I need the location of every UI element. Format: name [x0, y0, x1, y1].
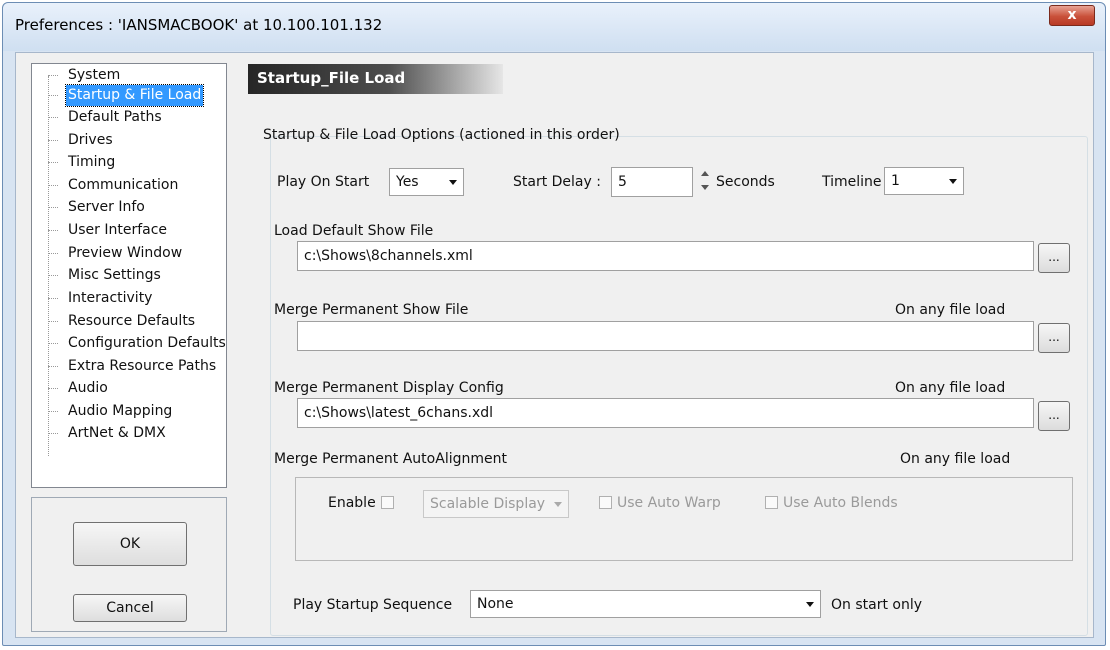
section-header: Startup_File Load [248, 64, 503, 94]
category-tree[interactable]: System Startup & File Load Default Paths… [31, 63, 227, 488]
spin-up-icon[interactable] [701, 171, 709, 176]
merge-display-input[interactable]: c:\Shows\latest_6chans.xdl [297, 398, 1034, 428]
tree-item-label: ArtNet & DMX [68, 425, 166, 441]
tree-item-label: Communication [68, 177, 179, 193]
tree-item-label: Extra Resource Paths [68, 358, 217, 374]
startup-sequence-value: None [477, 596, 514, 612]
button-panel: OK Cancel [31, 497, 227, 632]
tree-item-label: Misc Settings [68, 267, 161, 283]
startup-sequence-select[interactable]: None [470, 590, 821, 618]
dropdown-arrow-icon [449, 180, 457, 185]
tree-item-label: Interactivity [68, 290, 153, 306]
merge-display-label: Merge Permanent Display Config [274, 380, 504, 396]
auto-alignment-label: Merge Permanent AutoAlignment [274, 451, 507, 467]
tree-item-label: Startup & File Load [64, 84, 205, 107]
tree-item-label: Preview Window [68, 245, 183, 261]
auto-alignment-note: On any file load [900, 451, 1011, 467]
tree-item-label: Configuration Defaults [68, 335, 226, 351]
merge-display-note: On any file load [895, 380, 1006, 396]
tree-item-label: Resource Defaults [68, 313, 196, 329]
timeline-select[interactable]: 1 [884, 167, 964, 195]
start-delay-input[interactable]: 5 [611, 167, 693, 197]
default-show-input[interactable]: c:\Shows\8channels.xml [297, 241, 1034, 271]
tree-item-label: Server Info [68, 199, 145, 215]
tree-guide-line [48, 76, 49, 456]
dropdown-arrow-icon [949, 179, 957, 184]
start-delay-spinner[interactable] [699, 167, 711, 195]
preferences-window: Preferences : 'IANSMACBOOK' at 10.100.10… [2, 2, 1106, 646]
merge-show-label: Merge Permanent Show File [274, 302, 469, 318]
use-auto-warp-checkbox[interactable] [599, 496, 612, 509]
timeline-value: 1 [891, 173, 900, 189]
tree-item-label: Audio Mapping [68, 403, 173, 419]
use-auto-warp-label: Use Auto Warp [617, 495, 721, 511]
startup-sequence-note: On start only [831, 597, 923, 613]
start-delay-unit: Seconds [716, 174, 775, 190]
cancel-button[interactable]: Cancel [73, 594, 187, 622]
auto-alignment-mode-value: Scalable Display [430, 496, 546, 512]
auto-alignment-box [295, 477, 1073, 561]
tree-item-label: System [68, 67, 121, 83]
spin-down-icon[interactable] [701, 185, 709, 190]
tree-item-label: Audio [68, 380, 108, 396]
group-title: Startup & File Load Options (actioned in… [263, 127, 620, 143]
dropdown-arrow-icon [554, 502, 562, 507]
enable-checkbox[interactable] [381, 496, 394, 509]
play-on-start-value: Yes [396, 174, 419, 190]
merge-show-browse-button[interactable]: ... [1038, 323, 1070, 353]
close-button[interactable]: x [1049, 5, 1095, 26]
play-on-start-select[interactable]: Yes [389, 168, 464, 196]
merge-show-input[interactable] [297, 321, 1034, 351]
tree-item-label: Drives [68, 132, 113, 148]
tree-item-label: Timing [68, 154, 116, 170]
use-auto-blends-checkbox[interactable] [765, 496, 778, 509]
ok-button[interactable]: OK [73, 522, 187, 566]
tree-item-label: Default Paths [68, 109, 162, 125]
default-show-label: Load Default Show File [274, 223, 434, 239]
auto-alignment-mode-select[interactable]: Scalable Display [423, 490, 569, 518]
enable-label: Enable [328, 495, 376, 511]
dropdown-arrow-icon [806, 602, 814, 607]
merge-display-browse-button[interactable]: ... [1038, 401, 1070, 431]
tree-item-label: User Interface [68, 222, 168, 238]
play-on-start-label: Play On Start [277, 174, 370, 190]
window-title: Preferences : 'IANSMACBOOK' at 10.100.10… [15, 16, 383, 34]
use-auto-blends-label: Use Auto Blends [783, 495, 898, 511]
merge-show-note: On any file load [895, 302, 1006, 318]
startup-sequence-label: Play Startup Sequence [293, 597, 453, 613]
start-delay-label: Start Delay : [513, 174, 601, 190]
title-bar[interactable]: Preferences : 'IANSMACBOOK' at 10.100.10… [3, 3, 1105, 51]
default-show-browse-button[interactable]: ... [1038, 243, 1070, 273]
timeline-label: Timeline [822, 174, 882, 190]
